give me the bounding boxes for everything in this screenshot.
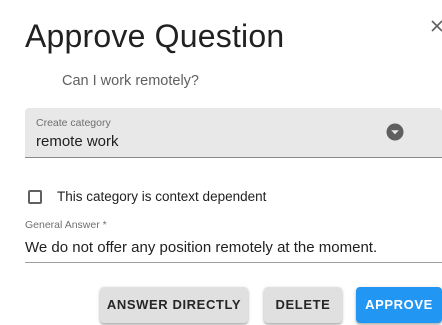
delete-button[interactable]: DELETE <box>264 287 342 323</box>
category-select-value: remote work <box>36 133 119 150</box>
general-answer-label: General Answer * <box>25 219 107 231</box>
close-icon[interactable] <box>430 19 442 33</box>
context-dependent-checkbox[interactable] <box>28 190 42 204</box>
approve-question-dialog: Approve Question Can I work remotely? Cr… <box>0 0 442 325</box>
approve-button[interactable]: APPROVE <box>356 287 442 323</box>
context-dependent-row[interactable]: This category is context dependent <box>25 187 325 207</box>
general-answer-field[interactable]: General Answer * We do not offer any pos… <box>25 219 442 263</box>
question-text: Can I work remotely? <box>62 73 199 89</box>
answer-directly-button[interactable]: ANSWER DIRECTLY <box>100 287 248 323</box>
context-dependent-label: This category is context dependent <box>57 189 267 204</box>
dropdown-arrow-icon[interactable] <box>386 123 404 141</box>
category-select[interactable]: Create category remote work <box>25 108 442 158</box>
category-select-label: Create category <box>36 117 111 129</box>
dialog-title: Approve Question <box>25 18 285 54</box>
general-answer-input[interactable]: We do not offer any position remotely at… <box>25 239 377 256</box>
